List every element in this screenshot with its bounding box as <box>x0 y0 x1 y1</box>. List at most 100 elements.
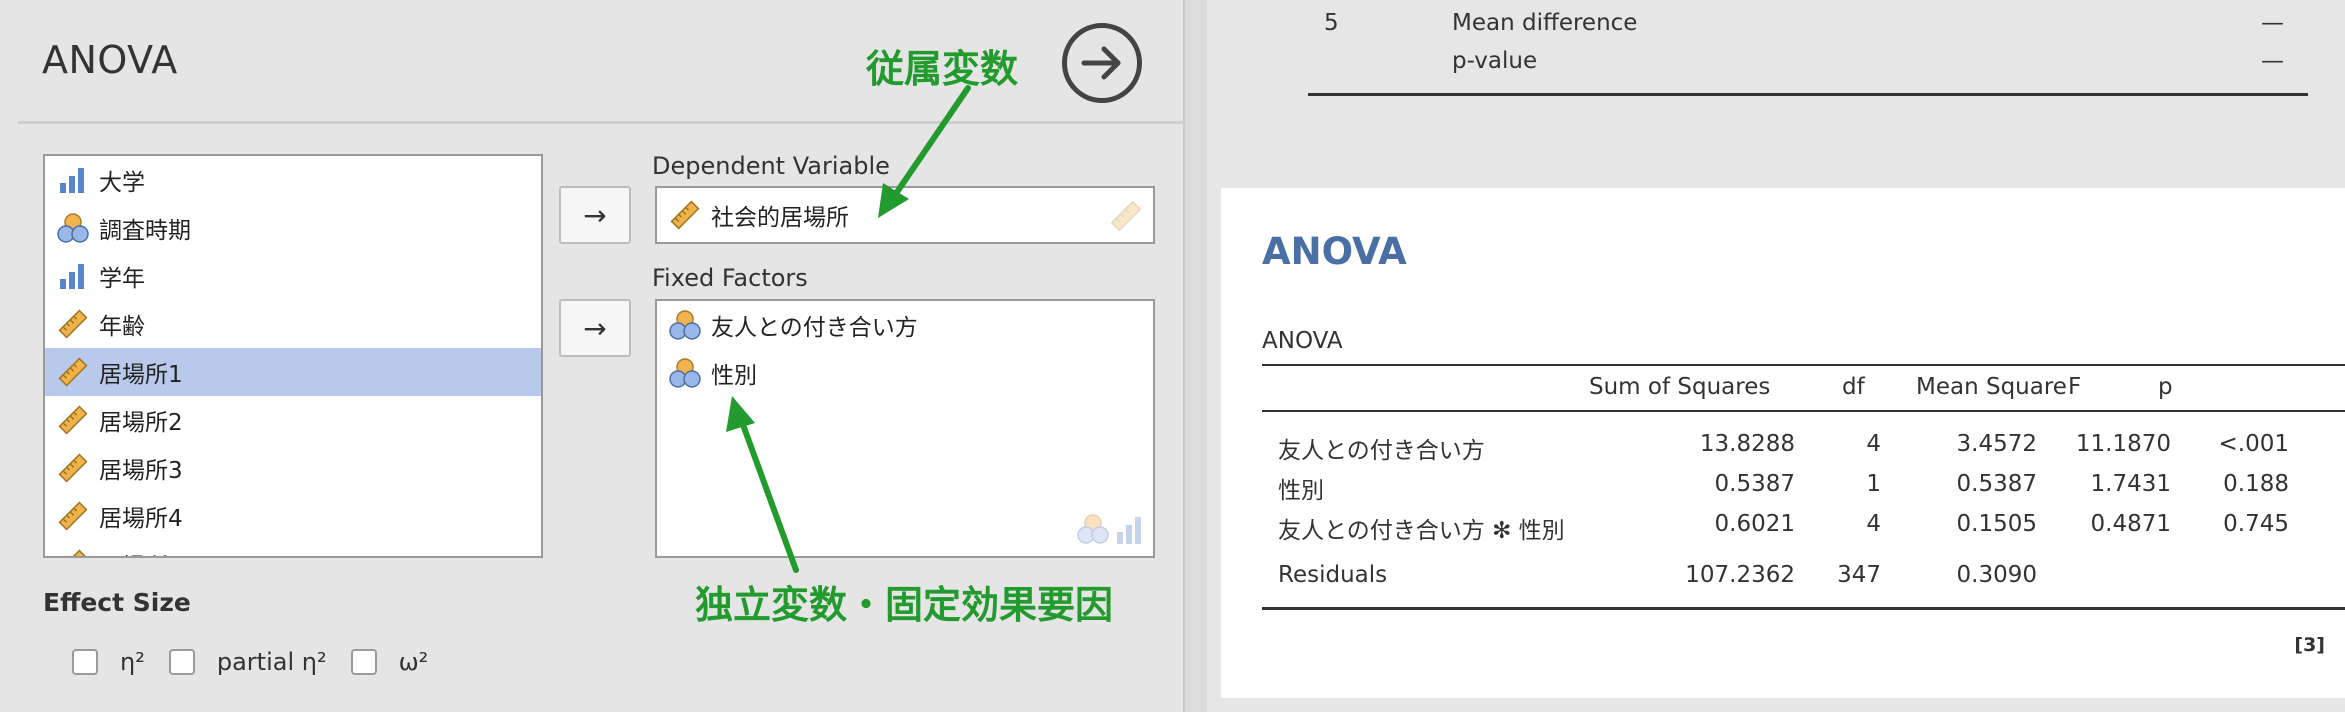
factor-label: 性別 <box>711 363 757 389</box>
panel-title: ANOVA <box>42 38 178 82</box>
table-cell: 4 <box>1866 431 1881 457</box>
row-value: — <box>2261 48 2284 74</box>
row-value: — <box>2261 10 2284 36</box>
table-cell: 347 <box>1837 562 1881 588</box>
bar-chart-icon <box>57 260 89 292</box>
column-header: Sum of Squares <box>1589 374 1771 400</box>
list-item[interactable]: 居場所4 <box>45 492 541 540</box>
variable-type-hint-icon <box>1075 512 1145 550</box>
results-heading: ANOVA <box>1262 230 1407 273</box>
column-header: p <box>2158 374 2173 400</box>
row-label: Mean difference <box>1452 10 1638 36</box>
variable-label: 居場所5 <box>99 547 183 556</box>
dependent-variable-box[interactable]: 社会的居場所 <box>655 186 1155 244</box>
table-rule <box>1262 364 2345 366</box>
variable-list[interactable]: 大学 調査時期 学年 年齢 居場所1 居場所2 居場所3 居場所4 <box>43 154 543 558</box>
effect-size-options: η² partial η² ω² <box>72 648 452 676</box>
list-item[interactable]: 居場所1 <box>45 348 541 396</box>
results-panel: 5 Mean difference — p-value — ANOVA ANOV… <box>1207 0 2345 712</box>
variable-label: 調査時期 <box>99 218 191 244</box>
list-item[interactable]: 居場所5 <box>45 540 541 556</box>
list-item[interactable]: 大学 <box>45 156 541 204</box>
list-item[interactable]: 性別 <box>657 349 1153 397</box>
nominal-circles-icon <box>669 357 701 389</box>
ruler-icon <box>57 452 89 484</box>
panel-splitter[interactable] <box>1185 0 1207 712</box>
table-caption: ANOVA <box>1262 328 1343 354</box>
list-item[interactable]: 居場所3 <box>45 444 541 492</box>
checkbox-label: η² <box>120 648 145 676</box>
variable-label: 居場所4 <box>99 506 183 532</box>
variable-label: 居場所2 <box>99 410 183 436</box>
ruler-icon <box>57 356 89 388</box>
previous-table-fragment: 5 Mean difference — p-value — <box>1207 0 2345 100</box>
table-cell: 友人との付き合い方 <box>1278 438 1485 464</box>
list-item[interactable]: 居場所2 <box>45 396 541 444</box>
table-cell: 11.1870 <box>2075 431 2171 457</box>
move-to-fixed-factors-button[interactable]: → <box>559 299 631 357</box>
checkbox-label: partial η² <box>216 648 327 676</box>
row-number: 5 <box>1324 10 1339 36</box>
ruler-icon <box>57 404 89 436</box>
fixed-factors-label: Fixed Factors <box>652 264 808 292</box>
row-label: p-value <box>1452 48 1538 74</box>
column-header: df <box>1842 374 1865 400</box>
table-cell: 0.3090 <box>1956 562 2037 588</box>
table-cell: 4 <box>1866 511 1881 537</box>
table-cell: 13.8288 <box>1699 431 1795 457</box>
effect-size-title: Effect Size <box>43 588 191 617</box>
table-rule <box>1262 607 2345 610</box>
table-cell: 0.4871 <box>2090 511 2171 537</box>
arrow-right-icon: → <box>583 311 607 345</box>
list-item[interactable]: 調査時期 <box>45 204 541 252</box>
variable-label: 年齢 <box>99 314 145 340</box>
dependent-variable-value: 社会的居場所 <box>711 205 849 231</box>
table-cell: 3.4572 <box>1956 431 2037 457</box>
table-cell: 性別 <box>1278 478 1324 504</box>
list-item[interactable]: 友人との付き合い方 <box>657 301 1153 349</box>
anova-results-card: ANOVA ANOVA Sum of Squares df Mean Squar… <box>1221 188 2345 698</box>
move-to-dependent-button[interactable]: → <box>559 186 631 244</box>
ruler-icon <box>57 500 89 532</box>
ruler-icon <box>57 548 89 556</box>
list-item[interactable]: 年齢 <box>45 300 541 348</box>
omega-squared-checkbox[interactable] <box>350 649 377 675</box>
variable-label: 居場所3 <box>99 458 183 484</box>
factor-label: 友人との付き合い方 <box>711 315 918 341</box>
dependent-variable-label: Dependent Variable <box>652 152 890 180</box>
table-cell: 0.5387 <box>1714 471 1795 497</box>
list-item[interactable]: 学年 <box>45 252 541 300</box>
table-cell: 1 <box>1866 471 1881 497</box>
table-rule <box>1308 93 2308 96</box>
run-analysis-button[interactable] <box>1062 23 1142 103</box>
table-cell: Residuals <box>1278 562 1388 588</box>
dependent-annotation: 従属変数 <box>866 47 1019 91</box>
fixed-factors-box[interactable]: 友人との付き合い方 性別 <box>655 299 1155 558</box>
independent-annotation: 独立変数・固定効果要因 <box>695 583 1114 627</box>
column-header: Mean Square <box>1916 374 2067 400</box>
arrow-right-icon <box>1081 46 1121 80</box>
nominal-circles-icon <box>57 212 89 244</box>
checkbox-label: ω² <box>398 648 429 676</box>
table-cell: 0.745 <box>2223 511 2289 537</box>
ruler-icon <box>669 199 701 231</box>
table-cell: 0.6021 <box>1714 511 1795 537</box>
column-header: F <box>2068 374 2082 400</box>
ruler-icon <box>57 308 89 340</box>
table-cell: <.001 <box>2218 431 2289 457</box>
table-footnote: [3] <box>2294 634 2325 656</box>
title-divider <box>18 121 1185 124</box>
variable-label: 居場所1 <box>99 362 183 388</box>
partial-eta-squared-checkbox[interactable] <box>168 649 195 675</box>
table-cell: 0.1505 <box>1956 511 2037 537</box>
ruler-icon <box>1109 199 1143 239</box>
nominal-circles-icon <box>669 309 701 341</box>
bar-chart-icon <box>57 164 89 196</box>
table-rule <box>1262 410 2345 412</box>
anova-options-panel: ANOVA 大学 調査時期 学年 年齢 居場所1 居場所2 居場所3 居場所4 … <box>0 0 1185 712</box>
table-cell: 0.5387 <box>1956 471 2037 497</box>
arrow-right-icon: → <box>583 198 607 232</box>
variable-label: 学年 <box>99 266 145 292</box>
table-cell: 1.7431 <box>2090 471 2171 497</box>
eta-squared-checkbox[interactable] <box>72 649 98 675</box>
